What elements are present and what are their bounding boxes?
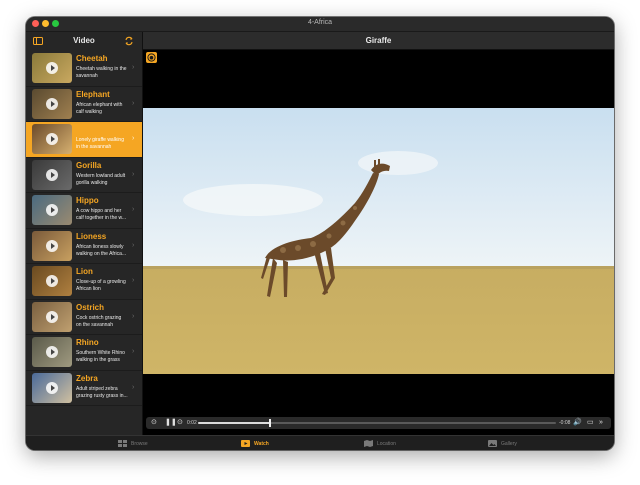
seek-bar[interactable] [198,419,556,427]
seek-bar-progress [198,422,270,424]
sidebar-item-cheetah[interactable]: Cheetah Cheetah walking in the savannah › [26,51,142,87]
airplay-icon[interactable]: ▭ [587,419,594,427]
video-thumbnail [32,266,72,296]
play-icon [46,62,58,74]
sidebar-item-lioness[interactable]: Lioness African lioness slowly walking on… [26,229,142,264]
skip-forward-icon[interactable]: ⊙ [177,419,183,427]
sidebar-item-name: Cheetah [76,54,108,63]
video-thumbnail [32,53,72,83]
video-list: Cheetah Cheetah walking in the savannah › E… [26,51,142,406]
chevron-right-icon: › [132,206,135,213]
tab-label: Watch [254,440,269,447]
fast-forward-icon[interactable]: » [599,419,603,427]
sidebar-item-description: Close-up of a growling African lion [76,279,126,292]
tab-watch[interactable]: Watch [241,438,269,449]
sidebar-item-name: Gorilla [76,160,102,170]
sidebar-item-description: African elephant with calf walking [76,101,123,115]
sidebar-item-name: Lion [76,267,93,276]
sidebar-item-lion[interactable]: Lion Close-up of a growling African lion › [26,264,142,300]
play-icon [46,275,58,287]
chevron-right-icon: › [132,348,135,355]
sidebar-item-description: Southern White Rhino walking in the gras… [76,350,125,363]
map-icon [364,440,373,447]
video-thumbnail [32,88,72,119]
grid-icon [118,440,127,447]
chevron-right-icon: › [132,312,135,320]
tab-label: Browse [131,440,148,447]
video-thumbnail [32,372,72,403]
chevron-right-icon: › [132,170,135,178]
tab-browse[interactable]: Browse [118,438,148,449]
seek-bar-knob[interactable] [268,419,271,427]
play-icon [46,381,58,394]
video-thumbnail [32,230,72,261]
play-icon [46,168,58,181]
sidebar-item-name: Zebra [76,373,98,383]
elapsed-time: 0:02 [187,420,197,426]
video-title: Giraffe [365,36,392,45]
sidebar-item-rhino[interactable]: Rhino Southern White Rhino walking in the… [26,335,142,371]
sidebar-item-name: Ostrich [76,302,105,312]
sidebar-item-description: Adult striped zebra grazing rusty grass … [76,385,128,399]
chevron-right-icon: › [132,241,135,249]
main-header: Giraffe [143,32,614,50]
video-thumbnail [32,195,72,225]
tab-location[interactable]: Location [364,438,396,449]
chevron-right-icon: › [132,277,135,284]
sidebar-item-description: Western lowland adult gorilla walking [76,172,126,186]
refresh-icon[interactable] [124,36,134,46]
chevron-right-icon: › [132,64,135,71]
play-icon [46,133,58,145]
sidebar-item-description: A cow hippo and her calf together in the… [76,208,127,221]
tab-bar: Browse Watch Location Gallery [26,435,614,450]
tab-label: Gallery [501,440,517,447]
sidebar-item-gorilla[interactable]: Gorilla Western lowland adult gorilla wal… [26,158,142,193]
sidebar-item-name: Hippo [76,196,99,205]
play-icon [46,239,58,252]
video-thumbnail [32,159,72,190]
sidebar-item-description: Lonely giraffe walking in the savannah [76,137,124,150]
tab-label: Location [377,440,396,447]
sidebar-header: Video [26,32,142,50]
play-rectangle-icon [241,440,250,447]
pause-icon[interactable]: ❚❚ [165,419,177,427]
sidebar-item-hippo[interactable]: Hippo A cow hippo and her calf together i… [26,193,142,229]
chevron-right-icon: › [132,383,135,391]
title-bar: 4-Africa [26,17,614,32]
volume-icon[interactable]: 🔊 [573,419,582,427]
photo-icon [488,440,497,447]
play-icon [46,97,58,110]
sidebar-item-zebra[interactable]: Zebra Adult striped zebra grazing rusty g… [26,371,142,406]
remaining-time: -0:08 [559,420,571,426]
window-title: 4-Africa [307,19,333,26]
lion-badge-icon [146,52,157,63]
play-icon [46,204,58,216]
sidebar-item-ostrich[interactable]: Ostrich Cock ostrich grazing on the savan… [26,300,142,335]
sidebar-item-elephant[interactable]: Elephant African elephant with calf walki… [26,87,142,122]
chevron-right-icon: › [132,99,135,107]
video-thumbnail [32,337,72,367]
sidebar-item-description: Cock ostrich grazing on the savannah [76,314,122,328]
sidebar-item-name: Elephant [76,89,110,99]
sidebar: Video Cheetah Cheetah walking in the sava… [26,32,143,436]
video-frame [143,108,614,374]
video-thumbnail [32,301,72,332]
sidebar-item-giraffe[interactable]: GiraffeLonely giraffe walking in the sav… [26,122,142,158]
playback-controls: ⊙ ❚❚ ⊙ 0:02 -0:08 🔊 ▭ » [146,417,611,429]
sidebar-item-name: Lioness [76,231,107,241]
play-icon [46,310,58,323]
chevron-right-icon: › [132,135,135,142]
video-thumbnail [32,124,72,154]
video-player[interactable]: ⊙ ❚❚ ⊙ 0:02 -0:08 🔊 ▭ » [143,50,614,429]
sidebar-item-description: African lioness slowly walking on the Af… [76,243,127,257]
sidebar-item-description: Cheetah walking in the savannah [76,66,127,79]
play-icon [46,346,58,358]
sidebar-item-name: Rhino [76,338,99,347]
tab-gallery[interactable]: Gallery [488,438,517,449]
app-window: 4-Africa Video Cheetah Cheetah walking in… [26,17,614,450]
skip-back-icon[interactable]: ⊙ [151,419,157,427]
